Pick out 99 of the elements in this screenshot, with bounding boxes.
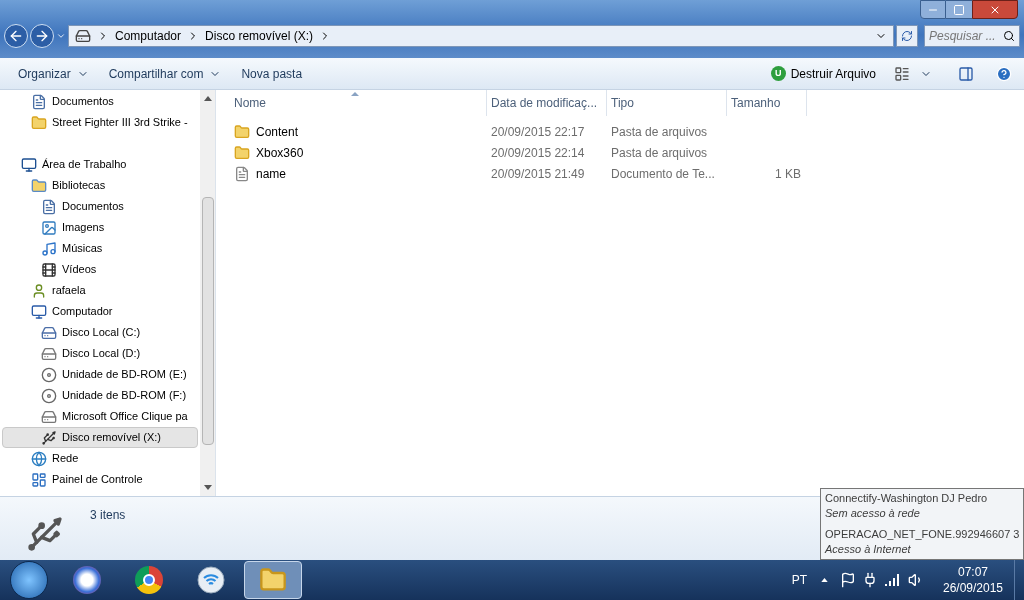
column-header[interactable]: Tamanho — [727, 90, 807, 116]
breadcrumb-item[interactable]: Computador — [115, 27, 182, 45]
toolbar-button[interactable]: U Destruir Arquivo — [766, 61, 880, 86]
search-icon — [1003, 30, 1015, 42]
disc-icon — [41, 387, 57, 404]
nav-tree-item[interactable]: Rede — [2, 448, 198, 469]
tooltip-line: OPERACAO_NET_FONE.992946607 3 — [825, 527, 1020, 542]
nav-tree-item[interactable]: Unidade de BD-ROM (E:) — [2, 364, 198, 385]
folder-icon — [31, 114, 47, 131]
document-icon — [41, 198, 57, 215]
tooltip-line: Acesso à Internet — [825, 542, 911, 557]
file-size: 1 KB — [775, 166, 801, 181]
toolbar-button[interactable]: Organizar — [8, 61, 99, 86]
image-icon — [41, 219, 57, 236]
file-name: name — [256, 165, 287, 183]
search-field[interactable]: Pesquisar ... — [924, 25, 1020, 47]
forward-button[interactable] — [30, 24, 54, 48]
nav-tree-item[interactable]: Documentos — [2, 91, 198, 112]
sort-arrow-icon — [351, 92, 359, 96]
control-panel-icon — [31, 471, 47, 488]
nav-tree-item[interactable]: Bibliotecas — [2, 175, 198, 196]
badge-icon: U — [770, 66, 786, 81]
toolbar-button[interactable]: Nova pasta — [231, 61, 313, 86]
signal-icon[interactable] — [884, 572, 900, 588]
nav-tree-item[interactable]: Área de Trabalho — [2, 154, 198, 175]
refresh-icon — [901, 30, 913, 42]
language-indicator[interactable]: PT — [791, 571, 807, 589]
drive-icon — [41, 408, 57, 425]
plug-icon[interactable] — [862, 572, 878, 588]
folder-icon — [234, 123, 250, 140]
maximize-icon — [953, 3, 965, 16]
refresh-button[interactable] — [896, 25, 918, 47]
back-button[interactable] — [4, 24, 28, 48]
text-file-icon — [234, 165, 250, 182]
nav-tree-item[interactable]: Documentos — [2, 196, 198, 217]
folder-icon — [259, 566, 287, 594]
nav-tree-item[interactable]: Disco removível (X:) — [2, 427, 198, 448]
chrome-logo-icon — [135, 566, 163, 594]
flag-icon[interactable] — [840, 572, 856, 588]
nav-tree-item[interactable]: Street Fighter III 3rd Strike - — [2, 112, 198, 133]
minimize-button[interactable] — [920, 0, 946, 19]
modified-date: 20/09/2015 22:17 — [491, 124, 585, 139]
file-row[interactable]: Content 20/09/2015 22:17 Pasta de arquivos — [230, 121, 1024, 142]
show-hidden-icons-arrow-icon[interactable] — [821, 578, 828, 582]
scroll-up-arrow-icon[interactable] — [203, 96, 212, 101]
scroll-down-arrow-icon[interactable] — [203, 485, 212, 490]
music-note-icon — [41, 240, 57, 257]
nav-tree-item[interactable]: Disco Local (C:) — [2, 322, 198, 343]
item-count: 3 itens — [90, 507, 126, 524]
tooltip-line: Connectify-Washington DJ Pedro — [825, 491, 988, 506]
nav-tree-item[interactable]: Computador — [2, 301, 198, 322]
monitor-icon — [21, 156, 37, 173]
column-header[interactable]: Tipo — [607, 90, 727, 116]
drive-icon — [41, 345, 57, 362]
nav-tree-item[interactable]: Unidade de BD-ROM (F:) — [2, 385, 198, 406]
file-type: Pasta de arquivos — [611, 145, 708, 160]
nav-tree-item[interactable]: Imagens — [2, 217, 198, 238]
film-icon — [41, 261, 57, 278]
breadcrumb-item[interactable]: Disco removível (X:) — [205, 27, 314, 45]
user-icon — [31, 282, 47, 299]
disc-icon — [41, 366, 57, 383]
drive-icon — [75, 28, 91, 44]
file-name: Content — [256, 123, 299, 141]
address-bar[interactable]: Computador Disco removível (X:) — [68, 25, 894, 47]
file-type: Documento de Te... — [611, 166, 715, 181]
restore-button[interactable] — [946, 0, 972, 19]
tooltip-line: Sem acesso à rede — [825, 506, 920, 521]
folder-icon — [234, 144, 250, 161]
column-header[interactable]: Nome — [230, 90, 487, 116]
pane-icon — [958, 65, 974, 82]
toolbar-button[interactable]: Compartilhar com — [98, 61, 232, 86]
drive-icon — [41, 324, 57, 341]
close-button[interactable] — [972, 0, 1018, 19]
folder-icon — [31, 177, 47, 194]
wifi-icon — [197, 566, 225, 594]
nav-tree-item[interactable]: Vídeos — [2, 259, 198, 280]
file-type: Pasta de arquivos — [611, 124, 708, 139]
column-header[interactable]: Data de modificaç... — [487, 90, 607, 116]
file-row[interactable]: name 20/09/2015 21:49 Documento de Te... 1 KB — [230, 163, 1024, 184]
modified-date: 20/09/2015 21:49 — [491, 166, 585, 181]
clock[interactable]: 07:07 26/09/2015 — [938, 564, 1008, 596]
start-button[interactable] — [10, 561, 48, 599]
nav-tree-item[interactable]: Disco Local (D:) — [2, 343, 198, 364]
nav-tree-item[interactable]: Músicas — [2, 238, 198, 259]
globe-icon — [31, 450, 47, 467]
list-view-icon — [894, 65, 910, 82]
usb-drive-icon — [41, 429, 57, 446]
help-icon — [996, 65, 1012, 82]
modified-date: 20/09/2015 22:14 — [491, 145, 585, 160]
file-name: Xbox360 — [256, 144, 304, 162]
document-icon — [31, 93, 47, 110]
nav-tree-item[interactable]: rafaela — [2, 280, 198, 301]
swirl-logo-icon — [73, 566, 101, 594]
scrollbar[interactable] — [200, 90, 215, 496]
file-row[interactable]: Xbox360 20/09/2015 22:14 Pasta de arquivos — [230, 142, 1024, 163]
nav-tree-item[interactable]: Painel de Controle — [2, 469, 198, 490]
computer-icon — [31, 303, 47, 320]
nav-tree-item[interactable]: Microsoft Office Clique pa — [2, 406, 198, 427]
forward-arrow-icon — [34, 28, 50, 44]
